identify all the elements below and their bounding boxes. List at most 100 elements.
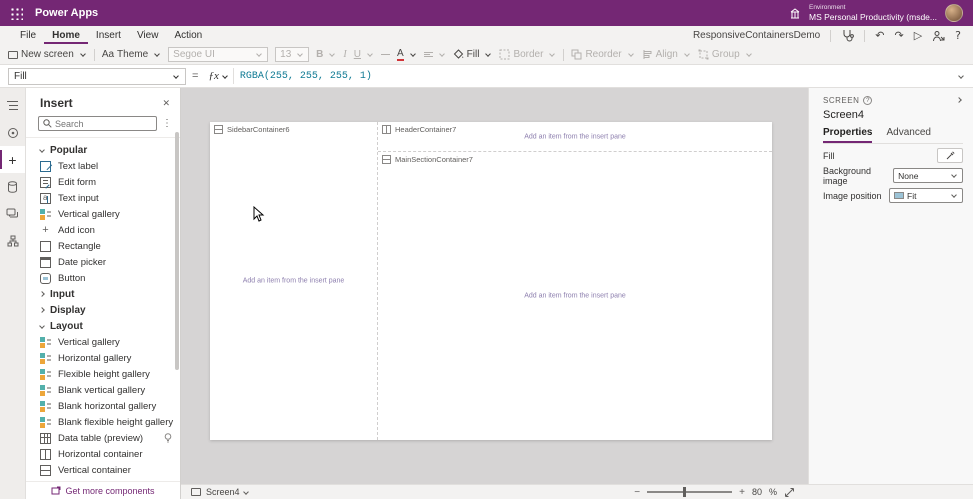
environment-picker[interactable]: Environment MS Personal Productivity (ms… xyxy=(809,4,937,22)
panel-scrollbar[interactable] xyxy=(175,132,179,370)
image-position-select[interactable]: Fit xyxy=(889,188,963,203)
underline-button[interactable]: U xyxy=(354,49,374,60)
gallery-icon xyxy=(40,353,51,364)
font-color-button[interactable]: A xyxy=(397,49,417,61)
insert-item-horizontal-gallery[interactable]: Horizontal gallery xyxy=(26,350,180,366)
screen-canvas[interactable]: SidebarContainer6 Add an item from the i… xyxy=(210,122,772,440)
zoom-slider-thumb[interactable] xyxy=(683,487,686,497)
header-container[interactable]: HeaderContainer7 Add an item from the in… xyxy=(378,122,772,152)
theme-icon: Aa xyxy=(102,49,114,60)
canvas-area[interactable]: SidebarContainer6 Add an item from the i… xyxy=(181,88,808,484)
menu-home[interactable]: Home xyxy=(44,28,88,44)
close-icon[interactable]: ✕ xyxy=(162,98,170,109)
insert-item-vertical-container[interactable]: Vertical container xyxy=(26,462,180,478)
avatar[interactable] xyxy=(945,4,963,22)
gallery-icon xyxy=(40,385,51,396)
search-input[interactable] xyxy=(55,119,135,129)
fx-button[interactable]: ƒx xyxy=(204,68,233,84)
waffle-icon[interactable] xyxy=(10,7,23,20)
get-more-components-link[interactable]: Get more components xyxy=(26,481,180,499)
selection-type-label: SCREEN xyxy=(823,96,859,105)
align-button[interactable]: Align xyxy=(642,49,691,60)
theme-button[interactable]: Aa Theme xyxy=(102,49,161,60)
formula-expand-chevron[interactable] xyxy=(958,73,964,79)
search-box[interactable] xyxy=(38,116,157,131)
play-preview-icon[interactable]: ▷ xyxy=(914,29,922,42)
tree-view-icon[interactable] xyxy=(0,92,25,119)
fit-to-window-icon[interactable] xyxy=(784,487,795,498)
new-screen-button[interactable]: New screen xyxy=(8,49,87,60)
insert-item-horizontal-container[interactable]: Horizontal container xyxy=(26,446,180,462)
fill-label: Fill xyxy=(823,151,835,161)
main-section-container[interactable]: MainSectionContainer7 Add an item from t… xyxy=(378,152,772,440)
search-icon xyxy=(43,119,52,128)
formula-input[interactable]: RGBA(255, 255, 255, 1) xyxy=(240,71,949,82)
text-align-button[interactable] xyxy=(424,52,446,57)
menu-action[interactable]: Action xyxy=(166,28,210,44)
data-icon[interactable] xyxy=(0,173,25,200)
section-layout[interactable]: Layout xyxy=(26,318,180,334)
font-size-select[interactable]: 13 xyxy=(275,47,309,62)
insert-item-vertical-gallery[interactable]: Vertical gallery xyxy=(26,206,180,222)
advanced-tools-icon[interactable] xyxy=(0,227,25,254)
insert-item-blank-vertical-gallery[interactable]: Blank vertical gallery xyxy=(26,382,180,398)
tab-advanced[interactable]: Advanced xyxy=(886,127,930,143)
ribbon-toolbar: New screen Aa Theme Segoe UI 13 B I U A … xyxy=(0,45,973,64)
app-checker-icon[interactable] xyxy=(841,29,854,42)
insert-item-add-icon[interactable]: +Add icon xyxy=(26,222,180,238)
edit-form-icon xyxy=(40,177,51,188)
sidebar-container[interactable]: SidebarContainer6 Add an item from the i… xyxy=(210,122,378,440)
share-user-icon[interactable] xyxy=(932,30,945,42)
insert-item-text-label[interactable]: Text label xyxy=(26,158,180,174)
italic-button[interactable]: I xyxy=(343,49,346,60)
menu-view[interactable]: View xyxy=(129,28,167,44)
insert-item-data-table[interactable]: Data table (preview) xyxy=(26,430,180,446)
fill-color-picker[interactable] xyxy=(937,148,963,163)
tab-properties[interactable]: Properties xyxy=(823,127,872,143)
section-display[interactable]: Display xyxy=(26,302,180,318)
expand-panel-chevron[interactable] xyxy=(956,97,962,103)
fill-button[interactable]: Fill xyxy=(453,49,493,60)
help-icon[interactable]: ? xyxy=(955,29,961,42)
more-options-icon[interactable]: ⋮ xyxy=(162,118,172,129)
font-family-select[interactable]: Segoe UI xyxy=(168,47,268,62)
zoom-in-button[interactable]: + xyxy=(739,487,745,498)
background-image-select[interactable]: None xyxy=(893,168,963,183)
insert-item-vertical-gallery-2[interactable]: Vertical gallery xyxy=(26,334,180,350)
insert-item-flexible-height-gallery[interactable]: Flexible height gallery xyxy=(26,366,180,382)
screen-icon xyxy=(191,488,201,496)
insert-item-rectangle[interactable]: Rectangle xyxy=(26,238,180,254)
environment-icon xyxy=(789,7,801,19)
property-select[interactable]: Fill xyxy=(8,68,186,85)
container-hint: Add an item from the insert pane xyxy=(210,278,377,285)
section-input[interactable]: Input xyxy=(26,286,180,302)
insert-item-text-input[interactable]: Text input xyxy=(26,190,180,206)
group-button[interactable]: Group xyxy=(698,49,753,60)
zoom-slider[interactable] xyxy=(647,491,732,493)
help-circle-icon[interactable]: ? xyxy=(863,96,872,105)
reorder-button[interactable]: Reorder xyxy=(571,49,634,60)
screen-select-chevron[interactable] xyxy=(243,489,249,495)
insert-icon[interactable]: + xyxy=(0,146,25,173)
zoom-out-button[interactable]: − xyxy=(634,487,640,498)
formula-bar: Fill = ƒx RGBA(255, 255, 255, 1) xyxy=(0,64,973,88)
media-icon[interactable] xyxy=(0,119,25,146)
strikethrough-button[interactable] xyxy=(381,54,390,55)
insert-item-button[interactable]: Button xyxy=(26,270,180,286)
insert-item-blank-horizontal-gallery[interactable]: Blank horizontal gallery xyxy=(26,398,180,414)
virtual-agents-icon[interactable] xyxy=(0,200,25,227)
section-popular[interactable]: Popular xyxy=(26,142,180,158)
insert-item-blank-flexible-height-gallery[interactable]: Blank flexible height gallery xyxy=(26,414,180,430)
border-button[interactable]: Border xyxy=(499,49,556,60)
bold-button[interactable]: B xyxy=(316,49,336,60)
menu-file[interactable]: File xyxy=(12,28,44,44)
undo-icon[interactable]: ↶ xyxy=(875,29,884,42)
insert-item-date-picker[interactable]: Date picker xyxy=(26,254,180,270)
properties-panel: SCREEN ? Screen4 Properties Advanced Fil… xyxy=(808,88,973,484)
menu-insert[interactable]: Insert xyxy=(88,28,129,44)
insert-panel-title: Insert xyxy=(40,96,73,110)
insert-item-edit-form[interactable]: Edit form xyxy=(26,174,180,190)
selected-object-name: Screen4 xyxy=(823,109,963,121)
lightbulb-icon xyxy=(164,433,172,443)
redo-icon[interactable]: ↷ xyxy=(894,29,903,42)
